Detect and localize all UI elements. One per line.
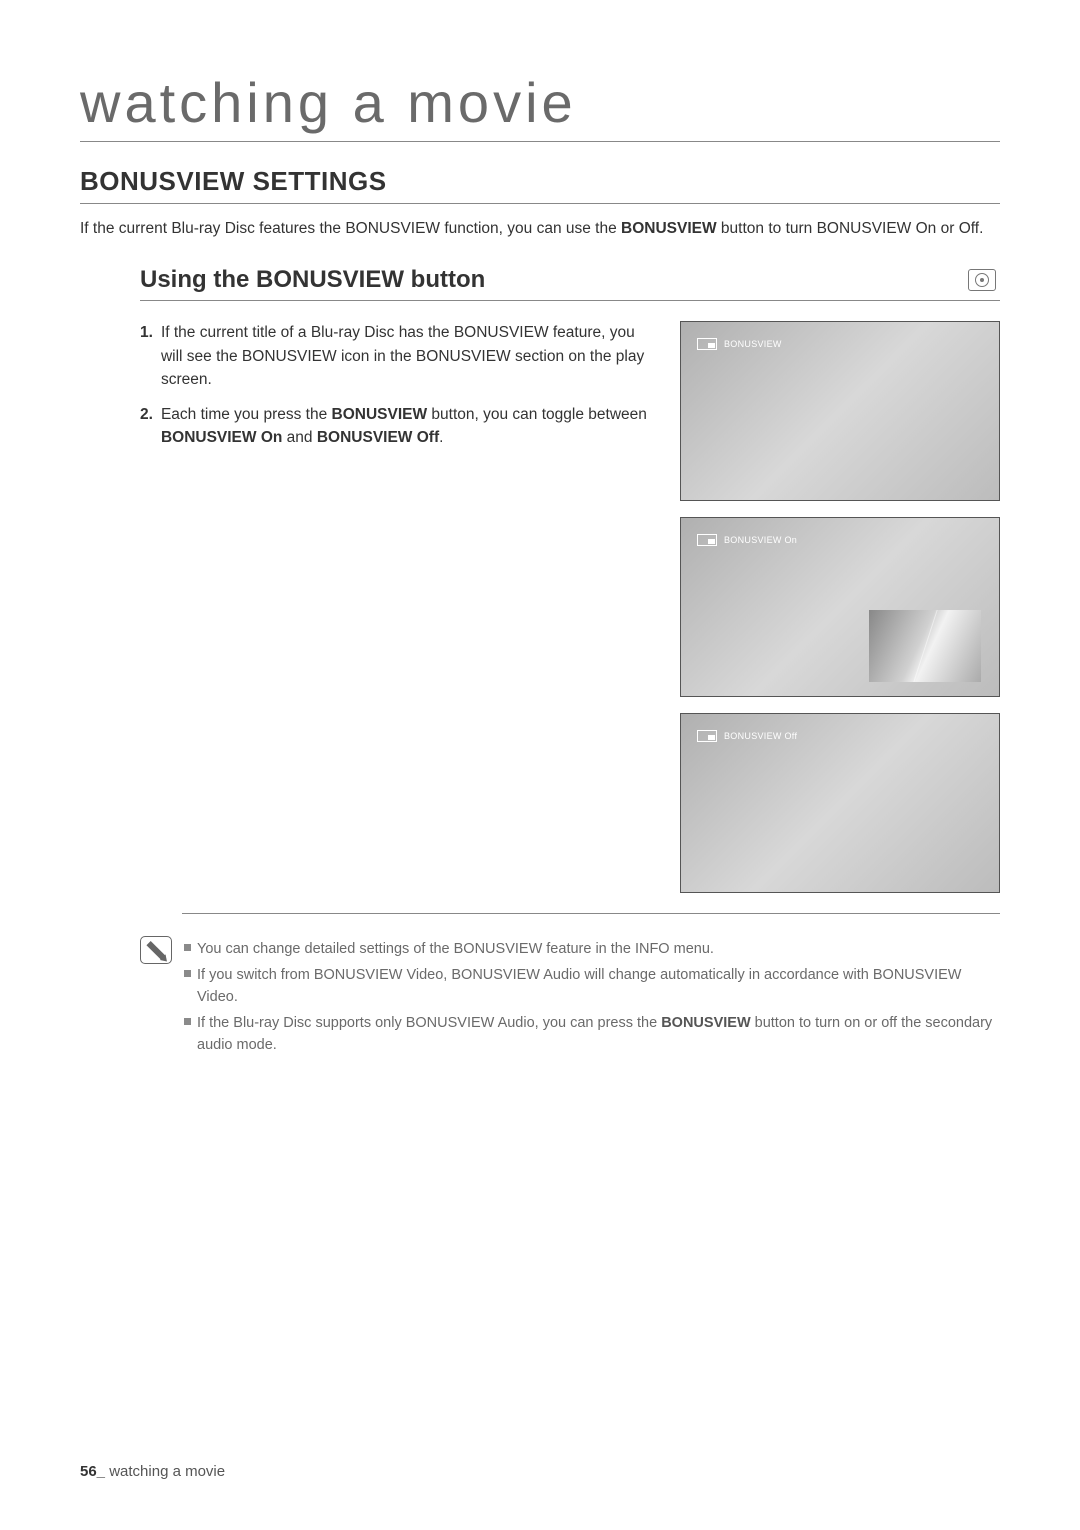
bullet-icon — [184, 944, 191, 951]
pip-window — [869, 610, 981, 682]
step-2b: BONUSVIEW — [332, 406, 428, 423]
footer-page-number: 56_ — [80, 1463, 105, 1480]
disc-icon — [968, 269, 996, 291]
preview-screen-2: BONUSVIEW On — [680, 517, 1000, 697]
note-1-text: You can change detailed settings of the … — [197, 938, 1000, 960]
step-2-number: 2. — [140, 403, 153, 450]
subheading-using-bonusview-button: Using the BONUSVIEW button — [140, 266, 485, 294]
page-title: watching a movie — [80, 70, 1000, 142]
intro-text-a: If the current Blu-ray Disc features the… — [80, 220, 621, 237]
page-footer: 56_ watching a movie — [80, 1463, 225, 1480]
step-2d: BONUSVIEW On — [161, 429, 282, 446]
notes-block: You can change detailed settings of the … — [140, 936, 1000, 1059]
note-3-text: If the Blu-ray Disc supports only BONUSV… — [197, 1012, 1000, 1057]
intro-paragraph: If the current Blu-ray Disc features the… — [80, 218, 1000, 240]
footer-section-name: watching a movie — [109, 1463, 225, 1480]
bonusview-pip-icon — [697, 338, 717, 350]
step-2f: BONUSVIEW Off — [317, 429, 439, 446]
step-2g: . — [439, 429, 443, 446]
step-2-text: Each time you press the BONUSVIEW button… — [161, 403, 656, 450]
step-1-number: 1. — [140, 321, 153, 391]
screen1-label: BONUSVIEW — [724, 339, 782, 349]
bullet-icon — [184, 970, 191, 977]
preview-screen-3: BONUSVIEW Off — [680, 713, 1000, 893]
note-1: You can change detailed settings of the … — [184, 938, 1000, 960]
step-2: 2. Each time you press the BONUSVIEW but… — [140, 403, 656, 450]
step-1-text: If the current title of a Blu-ray Disc h… — [161, 321, 656, 391]
intro-text-b: button to turn BONUSVIEW On or Off. — [717, 220, 984, 237]
step-2a: Each time you press the — [161, 406, 332, 423]
note-pencil-icon — [140, 936, 172, 964]
step-2c: button, you can toggle between — [427, 406, 647, 423]
bonusview-pip-icon — [697, 534, 717, 546]
bullet-icon — [184, 1018, 191, 1025]
section-heading-bonusview-settings: BONUSVIEW SETTINGS — [80, 166, 1000, 204]
step-2e: and — [282, 429, 316, 446]
step-1: 1. If the current title of a Blu-ray Dis… — [140, 321, 656, 391]
screen3-label: BONUSVIEW Off — [724, 731, 797, 741]
note-3b: BONUSVIEW — [661, 1015, 750, 1031]
screen2-label: BONUSVIEW On — [724, 535, 797, 545]
note-2: If you switch from BONUSVIEW Video, BONU… — [184, 964, 1000, 1009]
note-3: If the Blu-ray Disc supports only BONUSV… — [184, 1012, 1000, 1057]
note-3a: If the Blu-ray Disc supports only BONUSV… — [197, 1015, 661, 1031]
bonusview-pip-icon — [697, 730, 717, 742]
note-2-text: If you switch from BONUSVIEW Video, BONU… — [197, 964, 1000, 1009]
intro-bold-bonusview: BONUSVIEW — [621, 220, 717, 237]
preview-screen-1: BONUSVIEW — [680, 321, 1000, 501]
